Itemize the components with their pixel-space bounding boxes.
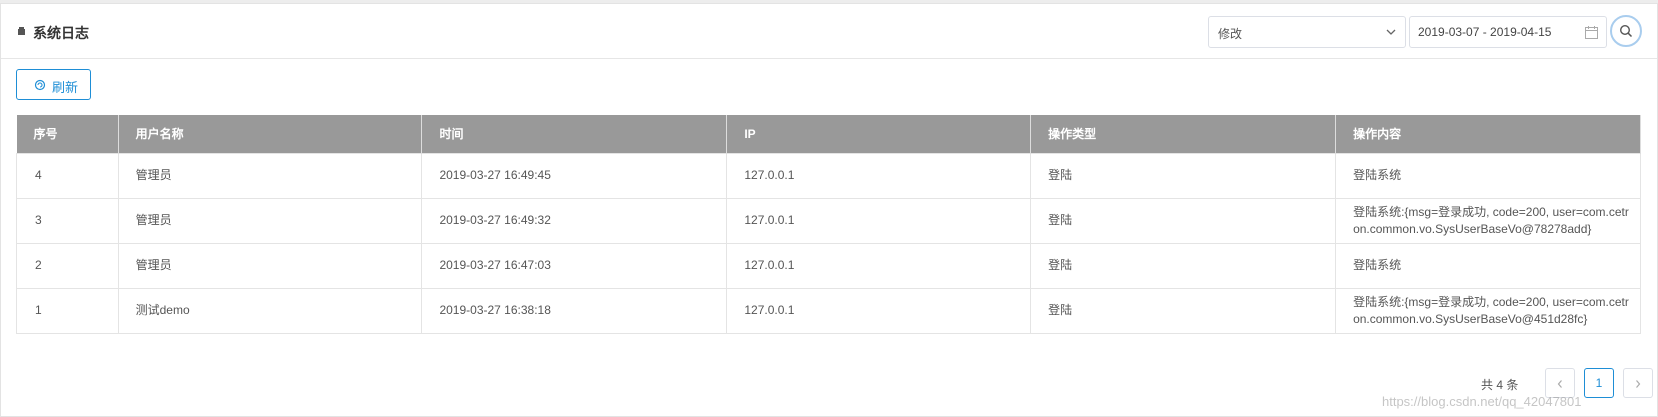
cell-ip: 127.0.0.1 — [726, 287, 1032, 334]
cell-id: 1 — [16, 287, 119, 334]
cell-ip: 127.0.0.1 — [726, 197, 1032, 244]
pagination-page-button[interactable]: 1 — [1584, 368, 1614, 398]
log-table: 序号 用户名称 时间 IP 操作类型 操作内容 4 管理员 2019-03-27… — [16, 115, 1641, 334]
cell-id: 2 — [16, 242, 119, 289]
table-row[interactable]: 3 管理员 2019-03-27 16:49:32 127.0.0.1 登陆 登… — [16, 197, 1641, 244]
watermark-text: https://blog.csdn.net/qq_42047801 — [1382, 394, 1582, 409]
cell-operation-type: 登陆 — [1030, 197, 1337, 244]
cell-time: 2019-03-27 16:49:45 — [421, 152, 728, 199]
cell-username: 测试demo — [117, 287, 423, 334]
search-icon — [1619, 24, 1633, 38]
chevron-right-icon — [1636, 380, 1641, 388]
cell-operation-content: 登陆系统:{msg=登录成功, code=200, user=com.cetro… — [1335, 287, 1641, 334]
cell-operation-content: 登陆系统 — [1335, 242, 1641, 289]
cell-operation-content: 登陆系统:{msg=登录成功, code=200, user=com.cetro… — [1335, 197, 1641, 244]
chevron-down-icon — [1386, 29, 1396, 35]
cell-id: 3 — [16, 197, 119, 244]
cell-time: 2019-03-27 16:38:18 — [421, 287, 728, 334]
calendar-icon — [1585, 26, 1598, 39]
log-panel: 系统日志 修改 2019-03-07 - 2019-04-15 刷新 序号 用户… — [0, 3, 1658, 417]
pagination-total: 共 4 条 — [1481, 378, 1519, 392]
cell-ip: 127.0.0.1 — [726, 242, 1032, 289]
refresh-button[interactable]: 刷新 — [16, 69, 91, 100]
panel-title-icon — [18, 27, 25, 35]
column-header-ip[interactable]: IP — [726, 115, 1032, 153]
refresh-button-label: 刷新 — [52, 80, 79, 95]
cell-operation-type: 登陆 — [1030, 152, 1337, 199]
refresh-icon — [34, 79, 46, 91]
panel-header: 系统日志 修改 2019-03-07 - 2019-04-15 — [1, 4, 1657, 59]
cell-time: 2019-03-27 16:47:03 — [421, 242, 728, 289]
cell-username: 管理员 — [117, 152, 423, 199]
date-range-input[interactable]: 2019-03-07 - 2019-04-15 — [1409, 16, 1607, 48]
column-header-operation-content[interactable]: 操作内容 — [1335, 115, 1641, 153]
column-header-id[interactable]: 序号 — [16, 115, 119, 153]
table-header-row: 序号 用户名称 时间 IP 操作类型 操作内容 — [16, 115, 1641, 153]
column-header-operation-type[interactable]: 操作类型 — [1030, 115, 1337, 153]
cell-operation-type: 登陆 — [1030, 242, 1337, 289]
cell-operation-content: 登陆系统 — [1335, 152, 1641, 199]
page-title: 系统日志 — [33, 25, 89, 41]
table-row[interactable]: 1 测试demo 2019-03-27 16:38:18 127.0.0.1 登… — [16, 287, 1641, 334]
pagination-next-button[interactable] — [1623, 368, 1653, 398]
cell-time: 2019-03-27 16:49:32 — [421, 197, 728, 244]
cell-ip: 127.0.0.1 — [726, 152, 1032, 199]
operation-type-select-value: 修改 — [1218, 27, 1243, 41]
date-range-value: 2019-03-07 - 2019-04-15 — [1418, 25, 1552, 39]
column-header-time[interactable]: 时间 — [421, 115, 728, 153]
cell-username: 管理员 — [117, 242, 423, 289]
operation-type-select[interactable]: 修改 — [1208, 16, 1406, 48]
column-header-username[interactable]: 用户名称 — [118, 115, 423, 153]
search-button[interactable] — [1610, 15, 1642, 47]
cell-username: 管理员 — [117, 197, 423, 244]
table-row[interactable]: 4 管理员 2019-03-27 16:49:45 127.0.0.1 登陆 登… — [16, 152, 1641, 199]
table-row[interactable]: 2 管理员 2019-03-27 16:47:03 127.0.0.1 登陆 登… — [16, 242, 1641, 289]
chevron-left-icon — [1557, 380, 1562, 388]
pagination-page-number: 1 — [1595, 376, 1603, 390]
cell-operation-type: 登陆 — [1030, 287, 1337, 334]
cell-id: 4 — [16, 152, 119, 199]
